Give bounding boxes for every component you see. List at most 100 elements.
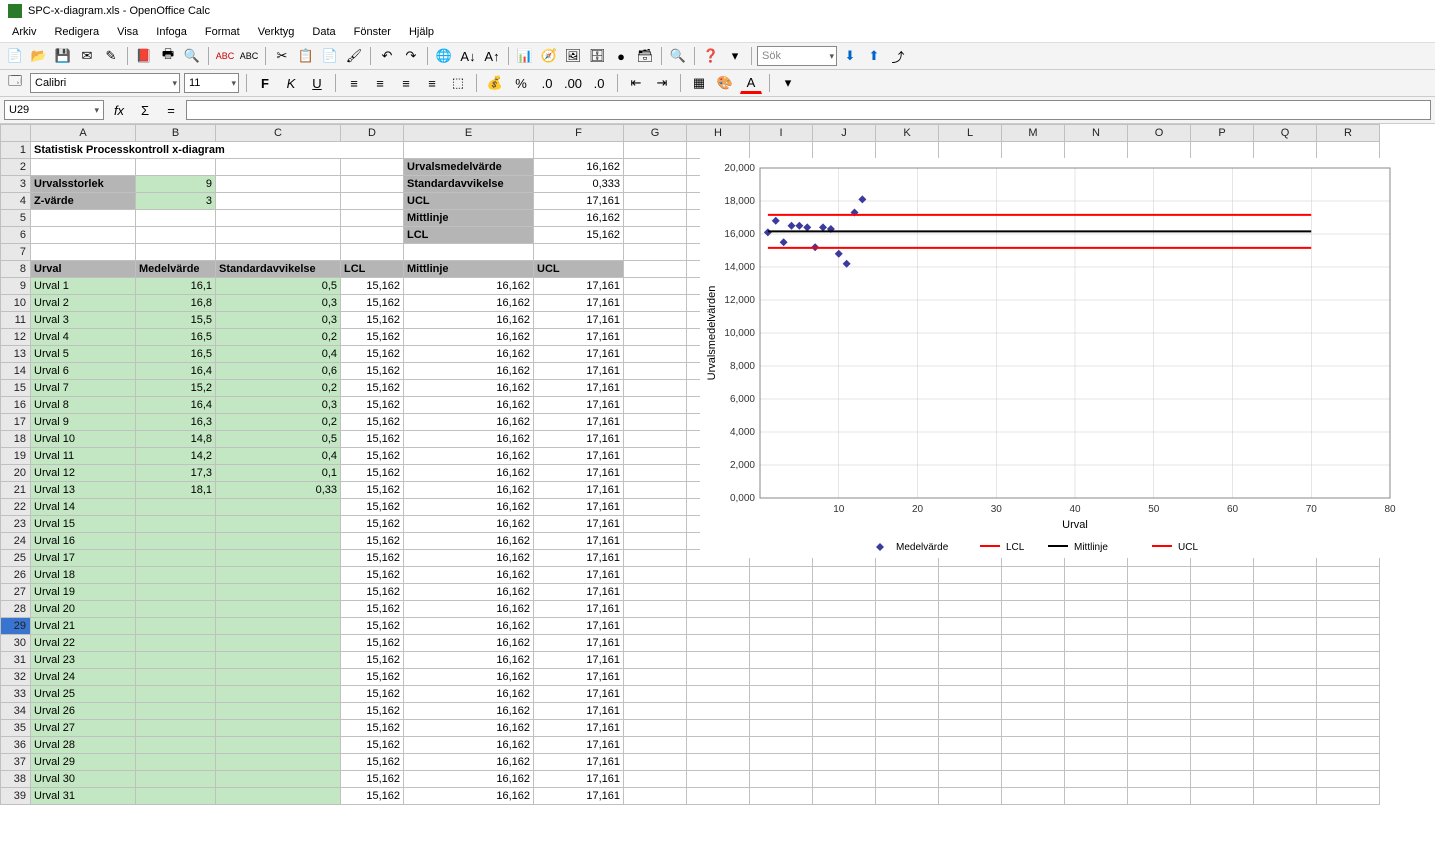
cell-mitt[interactable]: 16,162 bbox=[404, 499, 534, 516]
cell-mitt[interactable]: 16,162 bbox=[404, 635, 534, 652]
cell[interactable] bbox=[404, 244, 534, 261]
cell[interactable] bbox=[136, 210, 216, 227]
cell-urval[interactable]: Urval 20 bbox=[31, 601, 136, 618]
cell[interactable] bbox=[624, 329, 687, 346]
cell[interactable] bbox=[1002, 584, 1065, 601]
cell-ucl[interactable]: 17,161 bbox=[534, 584, 624, 601]
new-icon[interactable]: 📄 bbox=[4, 45, 26, 67]
cell[interactable] bbox=[750, 669, 813, 686]
cell[interactable] bbox=[750, 142, 813, 159]
col-header-L[interactable]: L bbox=[939, 125, 1002, 142]
gallery-icon[interactable]: 🖼 bbox=[562, 45, 584, 67]
cell[interactable] bbox=[687, 669, 750, 686]
cell[interactable] bbox=[1254, 754, 1317, 771]
cell[interactable] bbox=[813, 669, 876, 686]
align-center-icon[interactable]: ≡ bbox=[369, 72, 391, 94]
cell[interactable] bbox=[624, 193, 687, 210]
val-ucl[interactable]: 17,161 bbox=[534, 193, 624, 210]
cell-medel[interactable]: 16,5 bbox=[136, 346, 216, 363]
cell[interactable] bbox=[1191, 720, 1254, 737]
cell-std[interactable] bbox=[216, 499, 341, 516]
cell-medel[interactable]: 14,8 bbox=[136, 431, 216, 448]
cell[interactable] bbox=[624, 312, 687, 329]
cell[interactable] bbox=[813, 754, 876, 771]
cell[interactable] bbox=[1065, 669, 1128, 686]
cell[interactable] bbox=[687, 703, 750, 720]
cell[interactable] bbox=[341, 227, 404, 244]
cell[interactable] bbox=[813, 788, 876, 805]
menu-data[interactable]: Data bbox=[304, 24, 343, 40]
col-header-M[interactable]: M bbox=[1002, 125, 1065, 142]
cell-medel[interactable]: 16,4 bbox=[136, 397, 216, 414]
row-header[interactable]: 4 bbox=[1, 193, 31, 210]
cell-mitt[interactable]: 16,162 bbox=[404, 329, 534, 346]
col-header-G[interactable]: G bbox=[624, 125, 687, 142]
cell-urval[interactable]: Urval 13 bbox=[31, 482, 136, 499]
cell-ucl[interactable]: 17,161 bbox=[534, 567, 624, 584]
cell-ucl[interactable]: 17,161 bbox=[534, 703, 624, 720]
menu-redigera[interactable]: Redigera bbox=[46, 24, 107, 40]
cell-urval[interactable]: Urval 31 bbox=[31, 788, 136, 805]
cell[interactable] bbox=[1002, 601, 1065, 618]
cell-mitt[interactable]: 16,162 bbox=[404, 414, 534, 431]
cell[interactable] bbox=[1002, 669, 1065, 686]
cell[interactable] bbox=[1191, 686, 1254, 703]
cell-mitt[interactable]: 16,162 bbox=[404, 295, 534, 312]
edit-icon[interactable]: ✎ bbox=[100, 45, 122, 67]
cell[interactable] bbox=[1254, 788, 1317, 805]
cell[interactable] bbox=[1065, 567, 1128, 584]
cell-urval[interactable]: Urval 26 bbox=[31, 703, 136, 720]
label-urvalsstorlek[interactable]: Urvalsstorlek bbox=[31, 176, 136, 193]
cell[interactable] bbox=[750, 567, 813, 584]
row-header[interactable]: 10 bbox=[1, 295, 31, 312]
cell[interactable] bbox=[1065, 771, 1128, 788]
cell[interactable] bbox=[534, 244, 624, 261]
row-header[interactable]: 14 bbox=[1, 363, 31, 380]
cell[interactable] bbox=[939, 771, 1002, 788]
cell[interactable] bbox=[1128, 737, 1191, 754]
cell-mitt[interactable]: 16,162 bbox=[404, 550, 534, 567]
cell-medel[interactable] bbox=[136, 737, 216, 754]
function-wizard-icon[interactable]: fx bbox=[108, 99, 130, 121]
menu-visa[interactable]: Visa bbox=[109, 24, 146, 40]
cell[interactable] bbox=[624, 788, 687, 805]
label-std[interactable]: Standardavvikelse bbox=[404, 176, 534, 193]
cell-medel[interactable] bbox=[136, 635, 216, 652]
cell[interactable] bbox=[750, 703, 813, 720]
cell-mitt[interactable]: 16,162 bbox=[404, 448, 534, 465]
cell[interactable] bbox=[750, 601, 813, 618]
cell[interactable] bbox=[1191, 142, 1254, 159]
label-ucl[interactable]: UCL bbox=[404, 193, 534, 210]
underline-icon[interactable]: U bbox=[306, 72, 328, 94]
cell[interactable] bbox=[939, 618, 1002, 635]
cell[interactable] bbox=[1065, 618, 1128, 635]
embedded-chart[interactable]: 0,0002,0004,0006,0008,00010,00012,00014,… bbox=[700, 158, 1410, 558]
cell[interactable] bbox=[624, 635, 687, 652]
col-header-P[interactable]: P bbox=[1191, 125, 1254, 142]
row-header[interactable]: 8 bbox=[1, 261, 31, 278]
cell[interactable] bbox=[939, 652, 1002, 669]
cell-lcl[interactable]: 15,162 bbox=[341, 516, 404, 533]
cell-ucl[interactable]: 17,161 bbox=[534, 686, 624, 703]
cell[interactable] bbox=[1254, 652, 1317, 669]
record-icon[interactable]: ● bbox=[610, 45, 632, 67]
cell-std[interactable]: 0,1 bbox=[216, 465, 341, 482]
cell-ucl[interactable]: 17,161 bbox=[534, 312, 624, 329]
font-name-combo[interactable]: Calibri▾ bbox=[30, 73, 180, 93]
val-urvalsmedel[interactable]: 16,162 bbox=[534, 159, 624, 176]
cell[interactable] bbox=[216, 193, 341, 210]
row-header[interactable]: 31 bbox=[1, 652, 31, 669]
cell[interactable] bbox=[1065, 754, 1128, 771]
cell[interactable] bbox=[1128, 601, 1191, 618]
cell[interactable] bbox=[624, 176, 687, 193]
cell-urval[interactable]: Urval 29 bbox=[31, 754, 136, 771]
cell-urval[interactable]: Urval 22 bbox=[31, 635, 136, 652]
menu-hjalp[interactable]: Hjälp bbox=[401, 24, 442, 40]
cell[interactable] bbox=[1128, 720, 1191, 737]
cell[interactable] bbox=[624, 686, 687, 703]
label-lcl[interactable]: LCL bbox=[404, 227, 534, 244]
cell-urval[interactable]: Urval 3 bbox=[31, 312, 136, 329]
cell[interactable] bbox=[1002, 618, 1065, 635]
cell[interactable] bbox=[1128, 584, 1191, 601]
row-header[interactable]: 24 bbox=[1, 533, 31, 550]
